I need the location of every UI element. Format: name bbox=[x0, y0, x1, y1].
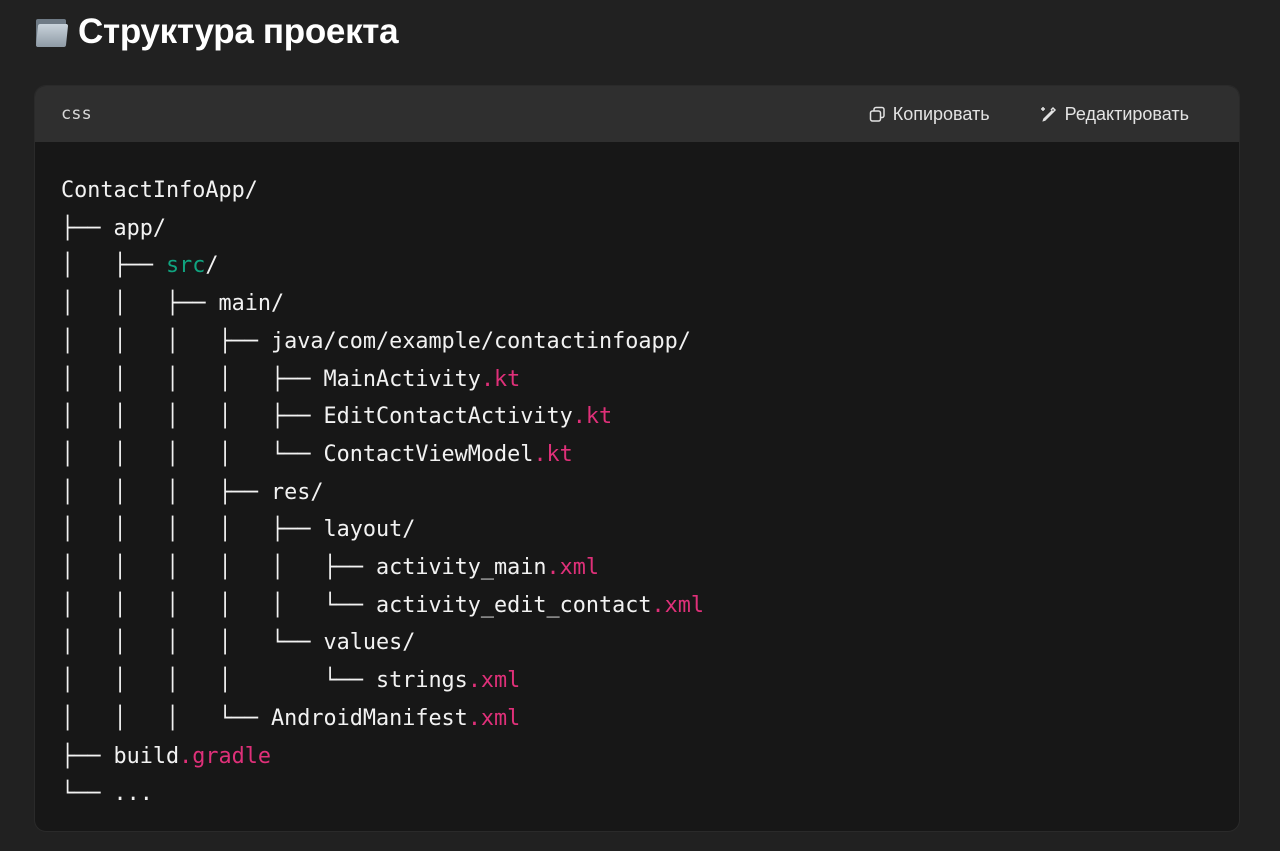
code-token-highlight: .kt bbox=[480, 366, 521, 392]
code-line: │ │ │ │ ├── layout/ bbox=[61, 511, 1213, 549]
code-token: ContactInfoApp/ bbox=[61, 178, 258, 203]
code-token: │ │ │ ├── java/com/example/contactinfoap… bbox=[61, 328, 691, 354]
code-token: │ │ ├── main/ bbox=[61, 291, 285, 317]
folder-icon bbox=[34, 17, 69, 47]
code-token: │ │ │ │ └── values/ bbox=[61, 630, 416, 656]
code-token-highlight: .kt bbox=[533, 441, 573, 467]
copy-button[interactable]: Копировать bbox=[869, 104, 990, 125]
code-token: │ │ │ │ ├── layout/ bbox=[61, 517, 416, 543]
edit-label: Редактировать bbox=[1064, 103, 1189, 124]
code-language-label: css bbox=[61, 104, 92, 124]
code-line: │ ├── src/ bbox=[61, 247, 1213, 285]
code-line: │ │ │ │ └── strings.xml bbox=[61, 662, 1213, 700]
code-line: │ │ │ │ ├── MainActivity.kt bbox=[61, 361, 1213, 399]
code-line: │ │ │ ├── res/ bbox=[61, 474, 1213, 512]
code-token: │ │ │ │ ├── MainActivity bbox=[61, 366, 481, 392]
code-token: ├── app/ bbox=[61, 215, 166, 241]
code-token: │ │ │ └── AndroidManifest bbox=[61, 705, 468, 731]
code-line: │ │ ├── main/ bbox=[61, 285, 1213, 323]
code-line: ├── app/ bbox=[61, 210, 1213, 248]
copy-icon bbox=[869, 106, 885, 122]
code-line: ├── build.gradle bbox=[61, 738, 1213, 776]
code-token: │ │ │ │ └── ContactViewModel bbox=[61, 441, 534, 467]
code-token: │ │ │ │ │ ├── activity_main bbox=[61, 555, 547, 581]
code-line: └── ... bbox=[61, 775, 1213, 813]
code-token-highlight: src bbox=[165, 253, 206, 279]
page-title: Структура проекта bbox=[78, 12, 399, 51]
code-token: └── ... bbox=[61, 781, 153, 807]
code-token-highlight: .kt bbox=[572, 404, 613, 430]
code-token: │ │ │ │ └── strings bbox=[61, 668, 468, 694]
code-line: │ │ │ │ └── values/ bbox=[61, 624, 1213, 662]
code-token: ├── build bbox=[61, 743, 180, 769]
code-token-highlight: .xml bbox=[651, 592, 705, 618]
code-line: │ │ │ └── AndroidManifest.xml bbox=[61, 700, 1213, 738]
code-line: │ │ │ │ └── ContactViewModel.kt bbox=[61, 436, 1213, 474]
code-token: │ │ │ ├── res/ bbox=[61, 479, 324, 505]
code-line: │ │ │ │ │ └── activity_edit_contact.xml bbox=[61, 587, 1213, 625]
section-heading: Структура проекта bbox=[34, 12, 399, 52]
code-line: │ │ │ ├── java/com/example/contactinfoap… bbox=[61, 323, 1213, 361]
edit-pencil-icon bbox=[1040, 106, 1056, 122]
copy-label: Копировать bbox=[892, 103, 990, 124]
code-block-header: css Копировать Редактировать bbox=[35, 86, 1239, 142]
code-token: │ ├── bbox=[61, 253, 166, 279]
code-block: css Копировать Редактировать ContactInfo… bbox=[34, 85, 1240, 832]
code-token-highlight: .xml bbox=[546, 555, 600, 581]
code-token-highlight: .xml bbox=[467, 705, 521, 731]
edit-button[interactable]: Редактировать bbox=[1040, 104, 1189, 125]
code-content: ContactInfoApp/ ├── app/ │ ├── src/ │ │ ├──… bbox=[35, 142, 1239, 831]
code-line: │ │ │ │ │ ├── activity_main.xml bbox=[61, 549, 1213, 587]
code-token-highlight: .xml bbox=[467, 668, 521, 694]
code-token-highlight: .gradle bbox=[179, 743, 271, 769]
code-token: │ │ │ │ │ └── activity_edit_contact bbox=[61, 592, 652, 618]
code-line: │ │ │ │ ├── EditContactActivity.kt bbox=[61, 398, 1213, 436]
code-line: ContactInfoApp/ bbox=[61, 172, 1213, 210]
code-token: / bbox=[205, 253, 219, 279]
code-token: │ │ │ │ ├── EditContactActivity bbox=[61, 404, 573, 430]
